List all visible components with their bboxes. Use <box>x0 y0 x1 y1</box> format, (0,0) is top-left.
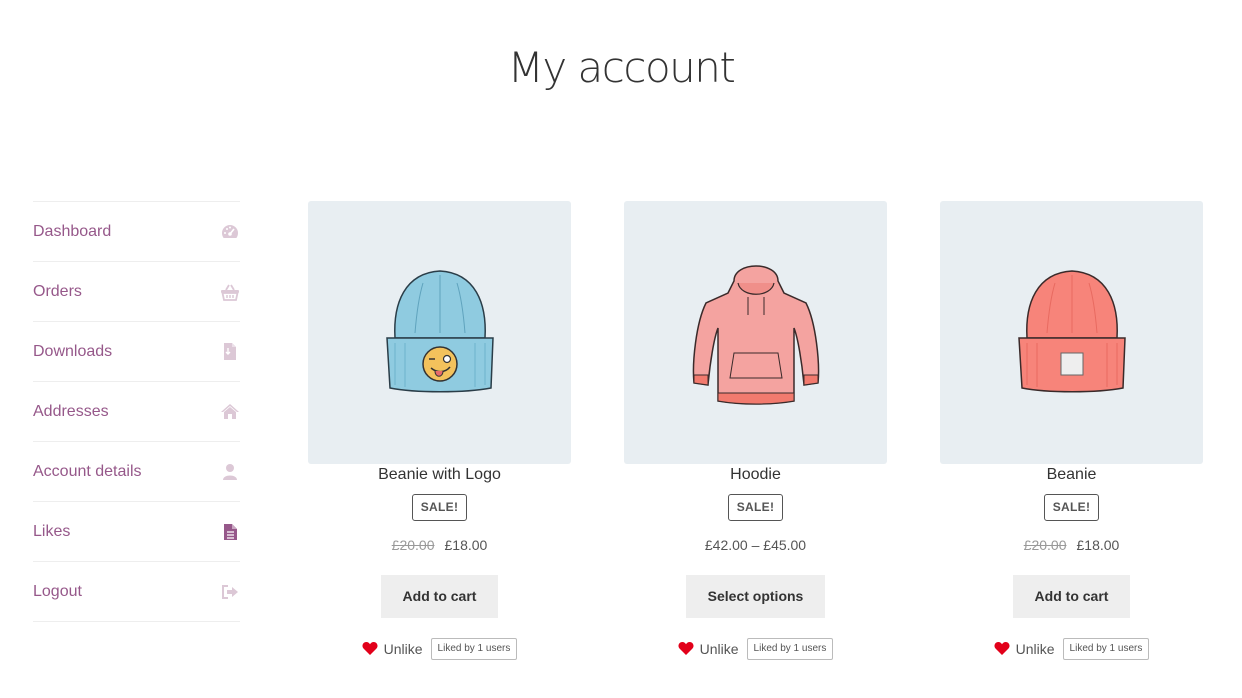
product-card: Hoodie SALE! £42.00 – £45.00 Select opti… <box>624 201 887 660</box>
add-to-cart-button[interactable]: Add to cart <box>1012 575 1131 618</box>
product-price: £20.00 £18.00 <box>940 535 1203 555</box>
nav-item-dashboard[interactable]: Dashboard <box>33 202 240 262</box>
nav-item-addresses[interactable]: Addresses <box>33 382 240 442</box>
product-title[interactable]: Beanie with Logo <box>308 464 571 486</box>
nav-item-orders[interactable]: Orders <box>33 262 240 322</box>
add-to-cart-button[interactable]: Add to cart <box>380 575 499 618</box>
sale-badge: SALE! <box>411 494 468 521</box>
sale-badge: SALE! <box>1043 494 1100 521</box>
product-image[interactable] <box>624 201 887 464</box>
price-current: £18.00 <box>1076 537 1120 553</box>
pink-hoodie-image <box>692 264 819 405</box>
nav-item-label: Account details <box>33 462 142 480</box>
home-icon <box>220 402 240 422</box>
blue-beanie-image <box>385 269 494 392</box>
product-image[interactable] <box>308 201 571 464</box>
select-options-button[interactable]: Select options <box>685 575 826 618</box>
product-card: Beanie with Logo SALE! £20.00 £18.00 Add … <box>308 201 571 660</box>
liked-count-badge: Liked by 1 users <box>746 638 834 660</box>
nav-item-label: Downloads <box>33 342 113 360</box>
nav-item-label: Addresses <box>33 402 109 420</box>
nav-item-label: Likes <box>33 522 71 540</box>
page-title: My account <box>507 43 736 92</box>
nav-item-downloads[interactable]: Downloads <box>33 322 240 382</box>
basket-icon <box>220 282 240 302</box>
nav-item-label: Dashboard <box>33 222 112 240</box>
account-navigation: Dashboard Orders Downloads Addresses Acc… <box>33 201 240 622</box>
product-image[interactable] <box>940 201 1203 464</box>
sign-out-icon <box>220 582 240 602</box>
sale-badge: SALE! <box>727 494 784 521</box>
unlike-link[interactable]: Unlike <box>700 641 739 657</box>
pink-beanie-image <box>1017 269 1126 392</box>
liked-count-badge: Liked by 1 users <box>430 638 518 660</box>
price-current: £42.00 – £45.00 <box>704 537 807 553</box>
unlike-link[interactable]: Unlike <box>384 641 423 657</box>
like-controls: Unlike Liked by 1 users <box>940 638 1203 660</box>
product-title[interactable]: Beanie <box>940 464 1203 486</box>
file-text-icon <box>220 522 240 542</box>
heart-icon[interactable] <box>994 641 1010 657</box>
like-controls: Unlike Liked by 1 users <box>624 638 887 660</box>
nav-item-account-details[interactable]: Account details <box>33 442 240 502</box>
liked-count-badge: Liked by 1 users <box>1062 638 1150 660</box>
like-controls: Unlike Liked by 1 users <box>308 638 571 660</box>
heart-icon[interactable] <box>678 641 694 657</box>
nav-item-label: Logout <box>33 582 82 600</box>
download-file-icon <box>220 342 240 362</box>
heart-icon[interactable] <box>362 641 378 657</box>
price-old: £20.00 <box>1023 537 1067 553</box>
user-icon <box>220 462 240 482</box>
price-current: £18.00 <box>444 537 488 553</box>
unlike-link[interactable]: Unlike <box>1016 641 1055 657</box>
nav-item-label: Orders <box>33 282 82 300</box>
product-price: £20.00 £18.00 <box>308 535 571 555</box>
nav-item-likes[interactable]: Likes <box>33 502 240 562</box>
dashboard-icon <box>220 222 240 242</box>
product-price: £42.00 – £45.00 <box>624 535 887 555</box>
nav-item-logout[interactable]: Logout <box>33 562 240 622</box>
product-card: Beanie SALE! £20.00 £18.00 Add to cart Un… <box>940 201 1203 660</box>
product-title[interactable]: Hoodie <box>624 464 887 486</box>
price-old: £20.00 <box>391 537 435 553</box>
